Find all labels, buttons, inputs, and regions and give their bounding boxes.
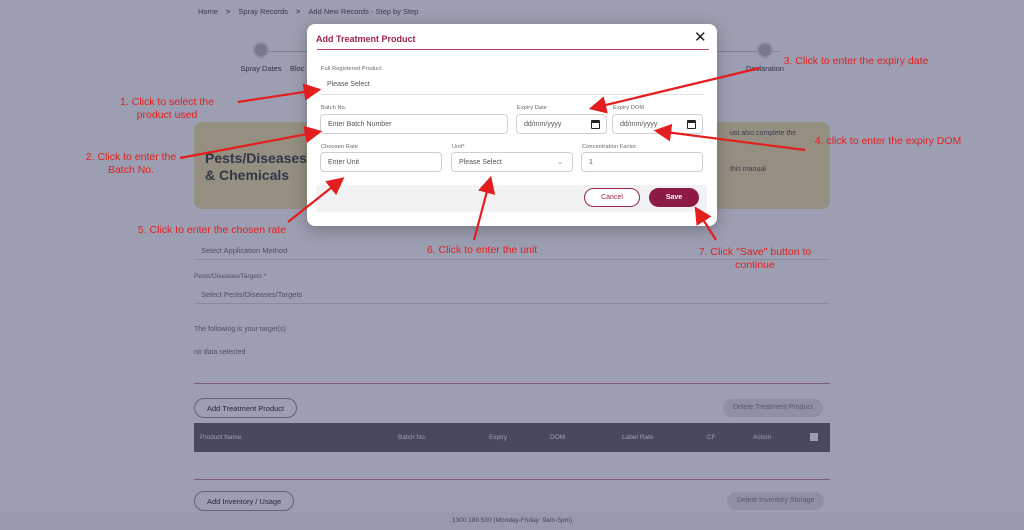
unit-select[interactable]: Please Select ⌄ xyxy=(451,152,573,172)
expiry-dom-input[interactable]: dd/mm/yyyy xyxy=(612,114,703,134)
batch-number-placeholder: Enter Batch Number xyxy=(328,120,392,128)
chosen-rate-input[interactable]: Enter Unit xyxy=(320,152,442,172)
product-select[interactable]: Please Select xyxy=(320,75,705,95)
modal-divider xyxy=(317,49,709,50)
product-label: Full Registered Product xyxy=(321,66,382,72)
product-select-value: Please Select xyxy=(327,81,370,88)
close-icon[interactable]: ✕ xyxy=(694,30,707,45)
annotation-1: 1. Click to select the product used xyxy=(120,96,214,121)
rate-label: Choosen Rate xyxy=(321,144,358,150)
unit-select-value: Please Select xyxy=(459,158,502,166)
save-button[interactable]: Save xyxy=(649,188,699,207)
annotation-2: 2. Click to enter the Batch No. xyxy=(85,151,177,176)
annotation-3: 3. Click to enter the expiry date xyxy=(783,55,929,67)
unit-label: Unit* xyxy=(452,144,465,150)
add-treatment-product-modal: Add Treatment Product ✕ Full Registered … xyxy=(307,24,717,226)
modal-title: Add Treatment Product xyxy=(316,34,416,44)
calendar-icon[interactable] xyxy=(687,120,696,129)
concentration-factor-value: 1 xyxy=(589,158,593,166)
chosen-rate-placeholder: Enter Unit xyxy=(328,158,360,166)
annotation-7: 7. Click "Save" button to continue xyxy=(698,246,812,271)
batch-label: Batch No. xyxy=(321,105,347,111)
expiry-dom-placeholder: dd/mm/yyyy xyxy=(620,120,658,128)
batch-number-input[interactable]: Enter Batch Number xyxy=(320,114,508,134)
annotation-6: 6. Click to enter the unit xyxy=(426,244,538,256)
cf-label: Concentration Factor xyxy=(582,144,637,150)
annotation-5: 5. Click to enter the chosen rate xyxy=(137,224,287,236)
annotation-4: 4. click to enter the expiry DOM xyxy=(814,135,962,147)
expiry-date-placeholder: dd/mm/yyyy xyxy=(524,120,562,128)
chevron-down-icon: ⌄ xyxy=(557,159,563,166)
cancel-button[interactable]: Cancel xyxy=(584,188,640,207)
expiry-label: Expiry Date xyxy=(517,105,548,111)
calendar-icon[interactable] xyxy=(591,120,600,129)
expiry-date-input[interactable]: dd/mm/yyyy xyxy=(516,114,607,134)
dom-label: Expiry DOM xyxy=(613,105,645,111)
concentration-factor-input[interactable]: 1 xyxy=(581,152,703,172)
